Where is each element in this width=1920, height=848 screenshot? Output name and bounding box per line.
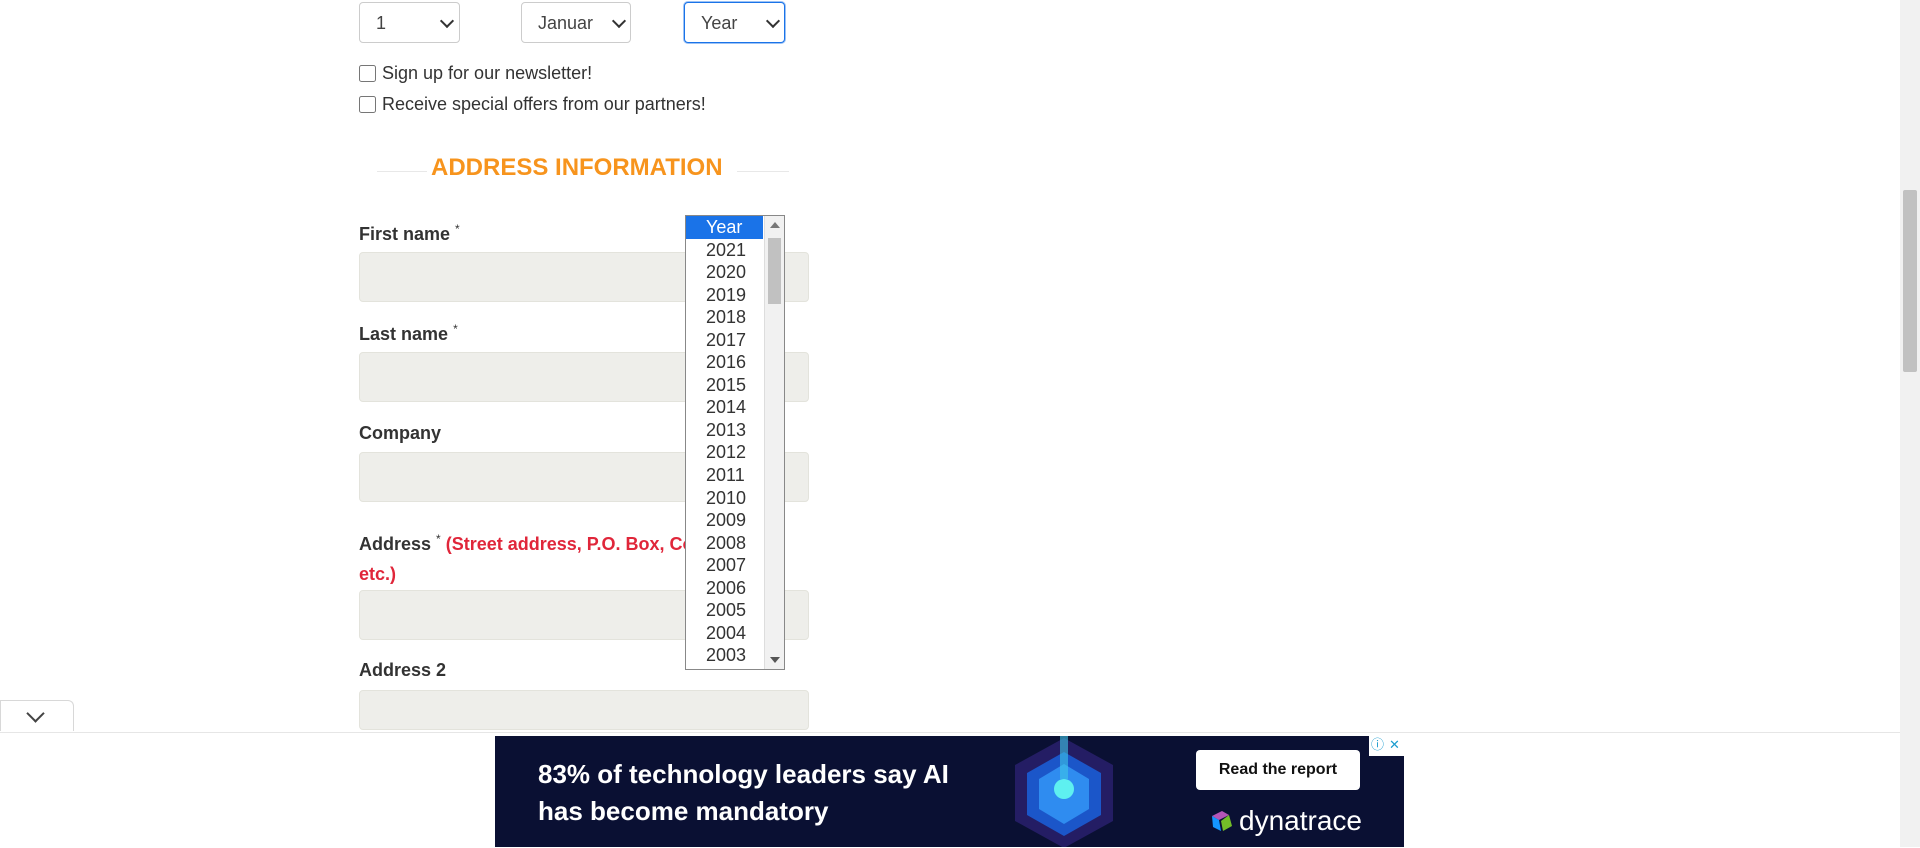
- page-scrollbar-thumb[interactable]: [1903, 190, 1917, 372]
- day-select[interactable]: 1: [359, 2, 460, 43]
- year-option[interactable]: 2007: [686, 554, 763, 577]
- company-label: Company: [359, 423, 442, 443]
- chevron-down-icon: [26, 704, 45, 723]
- year-option[interactable]: 2005: [686, 599, 763, 622]
- divider: [737, 171, 789, 172]
- year-option[interactable]: 2020: [686, 261, 763, 284]
- scroll-down-arrow-icon[interactable]: [770, 657, 780, 663]
- year-option[interactable]: 2009: [686, 509, 763, 532]
- month-select[interactable]: Januar: [521, 2, 631, 43]
- dynatrace-mark-icon: [1212, 811, 1232, 831]
- year-option[interactable]: 2015: [686, 374, 763, 397]
- year-option[interactable]: 2013: [686, 419, 763, 442]
- newsletter-label: Sign up for our newsletter!: [382, 63, 593, 83]
- offers-checkbox[interactable]: [359, 96, 376, 113]
- dropdown-scrollbar[interactable]: [764, 216, 784, 669]
- year-option[interactable]: 2004: [686, 622, 763, 645]
- scrollbar-thumb[interactable]: [768, 238, 781, 304]
- info-icon[interactable]: ⓘ: [1369, 736, 1386, 754]
- section-heading: ADDRESS INFORMATION: [359, 154, 789, 184]
- read-report-button[interactable]: Read the report: [1196, 750, 1360, 790]
- address-hint: (Street address, P.O. Box, Co: [445, 534, 694, 554]
- year-dropdown-list[interactable]: Year 2021 2020 2019 2018 2017 2016 2015 2014 2013…: [685, 215, 785, 670]
- address2-field[interactable]: [359, 690, 809, 730]
- scroll-up-arrow-icon[interactable]: [770, 222, 780, 228]
- offers-label: Receive special offers from our partners…: [382, 94, 706, 114]
- year-select[interactable]: Year: [684, 2, 785, 43]
- year-option[interactable]: Year: [686, 216, 763, 239]
- year-option[interactable]: 2003: [686, 644, 763, 667]
- ad-headline: 83% of technology leaders say AI has bec…: [538, 759, 949, 826]
- newsletter-checkbox[interactable]: [359, 65, 376, 82]
- offers-checkbox-row[interactable]: Receive special offers from our partners…: [359, 94, 706, 115]
- ad-banner[interactable]: 83% of technology leaders say AI has bec…: [495, 736, 1404, 847]
- first-name-label: First name *: [359, 222, 460, 244]
- year-option[interactable]: 2012: [686, 441, 763, 464]
- address2-label: Address 2: [359, 660, 447, 680]
- divider: [377, 171, 427, 172]
- year-option[interactable]: 2018: [686, 306, 763, 329]
- address-hint-line2: etc.): [359, 564, 397, 584]
- newsletter-checkbox-row[interactable]: Sign up for our newsletter!: [359, 63, 592, 84]
- section-title: ADDRESS INFORMATION: [431, 154, 723, 181]
- year-option[interactable]: 2011: [686, 464, 763, 487]
- page-scrollbar[interactable]: [1900, 0, 1920, 847]
- ad-collapse-button[interactable]: [0, 700, 74, 731]
- year-option[interactable]: 2016: [686, 351, 763, 374]
- required-mark: *: [436, 532, 441, 546]
- dynatrace-logo: dynatrace: [1209, 805, 1362, 837]
- year-option[interactable]: 2010: [686, 487, 763, 510]
- close-icon[interactable]: ✕: [1386, 736, 1403, 754]
- ad-controls[interactable]: ⓘ ✕: [1369, 736, 1404, 756]
- last-name-label: Last name *: [359, 322, 458, 344]
- required-mark: *: [455, 222, 460, 236]
- year-option[interactable]: 2017: [686, 329, 763, 352]
- ad-graphic: [1015, 736, 1113, 847]
- year-option[interactable]: 2019: [686, 284, 763, 307]
- year-option[interactable]: 2014: [686, 396, 763, 419]
- year-option[interactable]: 2008: [686, 532, 763, 555]
- required-mark: *: [453, 322, 458, 336]
- year-option[interactable]: 2006: [686, 577, 763, 600]
- year-option[interactable]: 2021: [686, 239, 763, 262]
